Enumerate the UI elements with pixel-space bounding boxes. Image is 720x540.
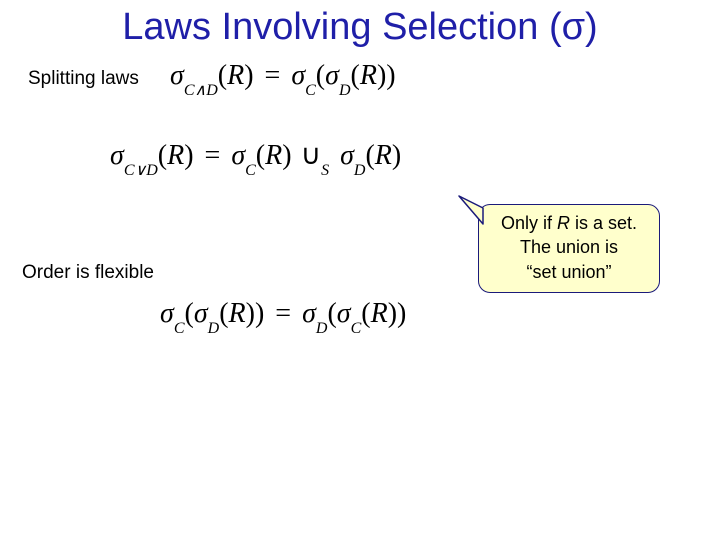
sigma-symbol: σ <box>291 60 305 91</box>
paren: ( <box>351 60 360 91</box>
callout-line-2: The union is <box>485 235 653 259</box>
paren: ( <box>256 140 265 171</box>
union-symbol: ∪ <box>299 140 322 171</box>
subscript: C <box>351 320 362 337</box>
paren: ( <box>219 298 228 329</box>
paren: ( <box>218 60 227 91</box>
subscript: C <box>305 82 316 99</box>
relation-R: R <box>360 60 377 91</box>
paren: )) <box>377 60 396 91</box>
sigma-symbol: σ <box>231 140 245 171</box>
callout-text: Only if <box>501 213 557 233</box>
equals-sign: = <box>261 60 285 91</box>
subscript: D <box>339 82 351 99</box>
sigma-symbol: σ <box>337 298 351 329</box>
sigma-symbol: σ <box>160 298 174 329</box>
equals-sign: = <box>201 140 225 171</box>
paren: ( <box>158 140 167 171</box>
sigma-symbol: σ <box>194 298 208 329</box>
equation-splitting-and: σC∧D(R) = σC(σD(R)) <box>170 60 396 96</box>
paren: ) <box>184 140 193 171</box>
subscript: C∧D <box>184 82 218 99</box>
sigma-symbol: σ <box>170 60 184 91</box>
subscript: D <box>354 162 366 179</box>
paren: ( <box>184 298 193 329</box>
equals-sign: = <box>271 298 295 329</box>
subscript: C <box>245 162 256 179</box>
slide-title: Laws Involving Selection (σ) <box>0 6 720 49</box>
relation-R: R <box>371 298 388 329</box>
paren: ) <box>282 140 291 171</box>
sigma-symbol: σ <box>302 298 316 329</box>
equation-order-flexible: σC(σD(R)) = σD(σC(R)) <box>160 298 406 334</box>
sigma-symbol: σ <box>110 140 124 171</box>
subhead-splitting-laws: Splitting laws <box>28 68 139 90</box>
paren: ( <box>327 298 336 329</box>
equation-splitting-or: σC∨D(R) = σC(R) ∪S σD(R) <box>110 138 401 176</box>
sigma-symbol: σ <box>336 140 354 171</box>
relation-R: R <box>229 298 246 329</box>
paren: ) <box>244 60 253 91</box>
sigma-symbol: σ <box>325 60 339 91</box>
subscript: S <box>321 162 329 179</box>
callout-line-1: Only if R is a set. <box>485 211 653 235</box>
paren: ( <box>365 140 374 171</box>
callout-line-3: “set union” <box>485 260 653 284</box>
subscript: D <box>208 320 220 337</box>
slide: Laws Involving Selection (σ) Splitting l… <box>0 0 720 540</box>
relation-R: R <box>227 60 244 91</box>
paren: ) <box>392 140 401 171</box>
paren: ( <box>316 60 325 91</box>
paren: ( <box>361 298 370 329</box>
paren: )) <box>246 298 265 329</box>
subscript: D <box>316 320 328 337</box>
subhead-order-flexible: Order is flexible <box>22 262 154 284</box>
relation-R: R <box>265 140 282 171</box>
callout-set-union: Only if R is a set. The union is “set un… <box>478 204 660 293</box>
callout-text: is a set. <box>570 213 637 233</box>
paren: )) <box>388 298 407 329</box>
relation-R: R <box>167 140 184 171</box>
callout-var-R: R <box>557 213 570 233</box>
relation-R: R <box>375 140 392 171</box>
subscript: C∨D <box>124 162 158 179</box>
subscript: C <box>174 320 185 337</box>
